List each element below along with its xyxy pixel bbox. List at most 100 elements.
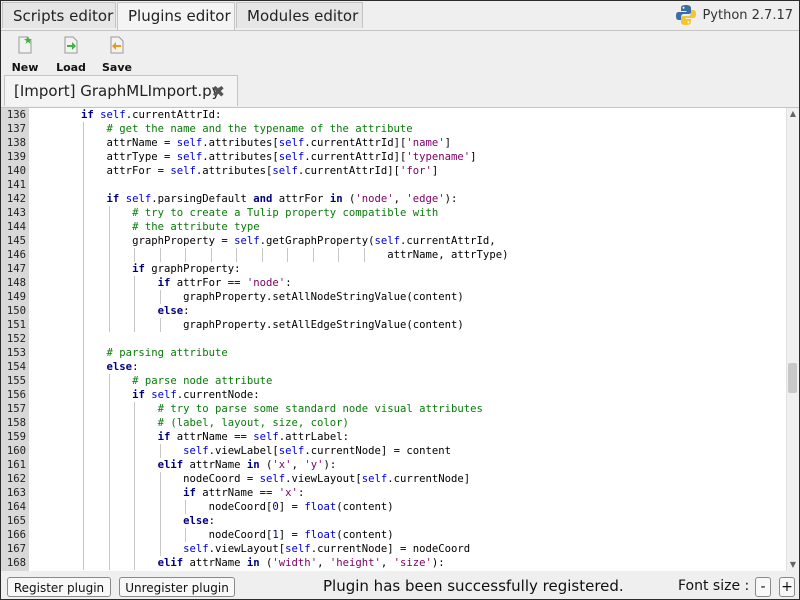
indent-guide xyxy=(134,402,136,416)
code-line[interactable]: 153 # parsing attribute xyxy=(1,346,787,360)
indent-guide xyxy=(108,416,110,430)
code-text: # try to create a Tulip property compati… xyxy=(132,206,438,220)
tab-modules-editor[interactable]: Modules editor xyxy=(236,2,363,28)
code-token: self xyxy=(170,165,196,177)
code-line[interactable]: 146 attrName, attrType) xyxy=(1,248,787,262)
code-line[interactable]: 140 attrFor = self.attributes[self.curren… xyxy=(1,164,787,178)
indent-guide xyxy=(108,430,110,444)
code-token: nodeCoord[ xyxy=(208,501,273,513)
code-token: float xyxy=(304,501,337,513)
code-token: ] = xyxy=(278,529,305,541)
code-line[interactable]: 149 graphProperty.setAllNodeStringValue(c… xyxy=(1,290,787,304)
code-line[interactable]: 162 nodeCoord = self.viewLayout[self.curr… xyxy=(1,472,787,486)
code-token: 'x' xyxy=(272,459,292,471)
indent-guide xyxy=(210,248,212,262)
code-text: attrFor = self.attributes[self.currentAt… xyxy=(107,164,439,178)
code-token: self xyxy=(176,137,203,149)
code-line[interactable]: 141 xyxy=(1,178,787,192)
code-line[interactable]: 168 elif attrName in ('width', 'height', … xyxy=(1,556,787,570)
scroll-up-arrow-icon[interactable]: ▲ xyxy=(787,108,799,120)
code-line[interactable]: 148 if attrFor == 'node': xyxy=(1,276,787,290)
code-line[interactable]: 152 xyxy=(1,332,787,346)
code-line[interactable]: 144 # the attribute type xyxy=(1,220,787,234)
code-line[interactable]: 145 graphProperty = self.getGraphProperty… xyxy=(1,234,787,248)
code-token: , xyxy=(317,557,330,569)
code-token: # try to parse some standard node visual… xyxy=(157,403,483,415)
code-token: (content) xyxy=(336,529,394,541)
code-token: # parse node attribute xyxy=(132,375,273,387)
code-token: ( xyxy=(342,193,356,205)
code-line[interactable]: 163 if attrName == 'x': xyxy=(1,486,787,500)
vertical-scrollbar[interactable]: ▲ ▼ xyxy=(786,108,799,571)
scrollbar-thumb[interactable] xyxy=(788,363,797,393)
code-token: attrName xyxy=(189,557,247,569)
scroll-down-arrow-icon[interactable]: ▼ xyxy=(787,559,799,571)
code-text: # parsing attribute xyxy=(107,346,228,360)
save-button[interactable]: Save xyxy=(97,35,137,74)
load-button-label: Load xyxy=(56,61,86,74)
indent-guide xyxy=(159,290,161,304)
code-token: , xyxy=(393,193,407,205)
tab-scripts-editor[interactable]: Scripts editor xyxy=(2,2,116,28)
code-token: if xyxy=(157,277,177,289)
code-line[interactable]: 161 elif attrName in ('x', 'y'): xyxy=(1,458,787,472)
code-line[interactable]: 167 self.viewLayout[self.currentNode] = n… xyxy=(1,542,787,556)
indent-guide xyxy=(83,458,85,472)
close-icon[interactable]: ✖ xyxy=(212,76,225,107)
code-line[interactable]: 151 graphProperty.setAllEdgeStringValue(c… xyxy=(1,318,787,332)
code-line[interactable]: 164 nodeCoord[0] = float(content) xyxy=(1,500,787,514)
code-line[interactable]: 154 else: xyxy=(1,360,787,374)
load-button[interactable]: Load xyxy=(51,35,91,74)
indent-guide xyxy=(108,458,110,472)
code-line[interactable]: 137 # get the name and the typename of th… xyxy=(1,122,787,136)
register-plugin-button[interactable]: Register plugin xyxy=(7,577,111,597)
code-line[interactable]: 147 if graphProperty: xyxy=(1,262,787,276)
line-number: 139 xyxy=(6,151,26,163)
code-line[interactable]: 166 nodeCoord[1] = float(content) xyxy=(1,528,787,542)
code-editor[interactable]: 136 if self.currentAttrId: 137 # get the na… xyxy=(1,108,799,571)
line-number: 153 xyxy=(6,347,26,359)
file-tab-graphml-import[interactable]: [Import] GraphMLImport.py ✖ xyxy=(4,75,238,106)
font-size-decrease-button[interactable]: - xyxy=(755,577,771,597)
indent-guide xyxy=(108,290,110,304)
code-line[interactable]: 160 self.viewLabel[self.currentNode] = co… xyxy=(1,444,787,458)
code-line[interactable]: 150 else: xyxy=(1,304,787,318)
code-line[interactable]: 165 else: xyxy=(1,514,787,528)
code-text: self.viewLabel[self.currentNode] = conte… xyxy=(183,444,451,458)
code-token: in xyxy=(329,193,343,205)
code-line[interactable]: 136 if self.currentAttrId: xyxy=(1,108,787,122)
code-line[interactable]: 142 if self.parsingDefault and attrFor in… xyxy=(1,192,787,206)
code-text: # (label, layout, size, color) xyxy=(158,416,349,430)
code-line[interactable]: 158 # (label, layout, size, color) xyxy=(1,416,787,430)
unregister-plugin-button[interactable]: Unregister plugin xyxy=(119,577,235,597)
code-line[interactable]: 155 # parse node attribute xyxy=(1,374,787,388)
new-button[interactable]: New xyxy=(5,35,45,74)
tab-plugins-editor[interactable]: Plugins editor xyxy=(117,2,235,30)
indent-guide xyxy=(83,360,85,374)
code-line[interactable]: 157 # try to parse some standard node vis… xyxy=(1,402,787,416)
code-line[interactable]: 143 # try to create a Tulip property comp… xyxy=(1,206,787,220)
code-token: self xyxy=(100,109,126,121)
indent-guide xyxy=(83,290,85,304)
code-text: # the attribute type xyxy=(132,220,260,234)
indent-guide xyxy=(108,486,110,500)
code-line[interactable]: 156 if self.currentNode: xyxy=(1,388,787,402)
code-token: ( xyxy=(259,557,273,569)
file-tab-label: [Import] GraphMLImport.py xyxy=(14,82,221,100)
code-token: else xyxy=(106,361,133,373)
code-line[interactable]: 138 attrName = self.attributes[self.curre… xyxy=(1,136,787,150)
code-token: in xyxy=(246,459,260,471)
code-token: ] xyxy=(431,165,439,177)
indent-guide xyxy=(83,178,85,192)
code-line[interactable]: 139 attrType = self.attributes[self.curre… xyxy=(1,150,787,164)
font-size-increase-button[interactable]: + xyxy=(779,577,795,597)
code-token: self xyxy=(278,445,305,457)
status-bar: Register plugin Unregister plugin Plugin… xyxy=(1,573,799,599)
indent-guide xyxy=(108,234,110,248)
code-line[interactable]: 159 if attrName == self.attrLabel: xyxy=(1,430,787,444)
line-number: 158 xyxy=(6,417,26,429)
code-text: if self.currentAttrId: xyxy=(81,108,221,122)
indent-guide xyxy=(159,444,161,458)
code-text: if self.parsingDefault and attrFor in ('… xyxy=(107,192,458,206)
indent-guide xyxy=(108,402,110,416)
